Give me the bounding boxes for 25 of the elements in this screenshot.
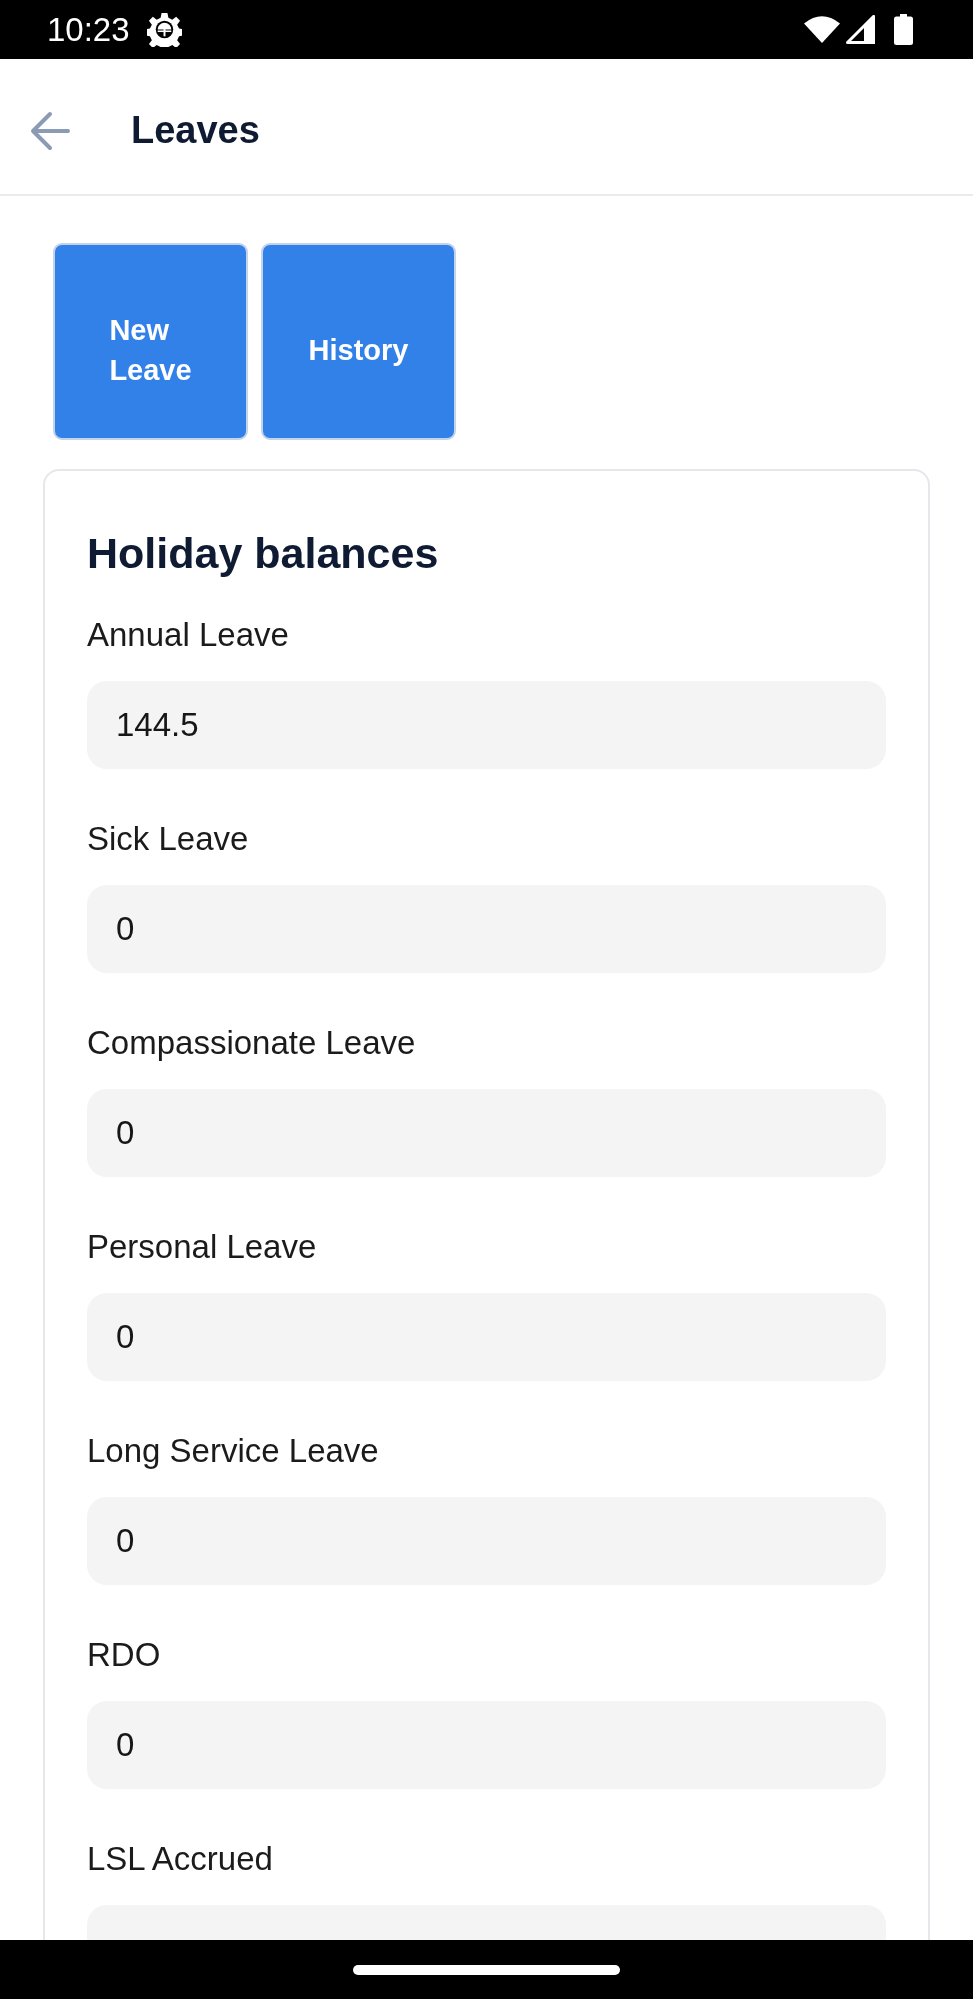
- field-label: Long Service Leave: [87, 1431, 380, 1471]
- field-label: Annual Leave: [87, 615, 290, 655]
- field-label: Personal Leave: [87, 1227, 318, 1267]
- home-indicator[interactable]: [353, 1964, 620, 1975]
- balance-field[interactable]: 144.5: [87, 681, 886, 769]
- action-button[interactable]: History: [261, 243, 456, 440]
- field-label: Sick Leave: [87, 819, 250, 859]
- balance-field[interactable]: 0: [87, 885, 886, 973]
- balance-field[interactable]: 0: [87, 1497, 886, 1585]
- field-label: LSL Accrued: [87, 1839, 274, 1879]
- status-time: 10:23: [47, 13, 130, 46]
- back-arrow-icon: [30, 110, 70, 151]
- field-label: RDO: [87, 1635, 162, 1675]
- balance-field[interactable]: 0: [87, 1701, 886, 1789]
- card-title: Holiday balances: [87, 528, 440, 579]
- signal-icon: [844, 15, 875, 44]
- balance-field[interactable]: 0: [87, 1293, 886, 1381]
- back-button[interactable]: [30, 110, 70, 151]
- field-label: Compassionate Leave: [87, 1023, 417, 1063]
- balance-field[interactable]: 0: [87, 1089, 886, 1177]
- wifi-icon: [804, 16, 840, 43]
- page-title: Leaves: [131, 107, 260, 153]
- battery-icon: [894, 14, 913, 45]
- action-button[interactable]: New Leave: [53, 243, 248, 440]
- gear-icon: [146, 12, 182, 47]
